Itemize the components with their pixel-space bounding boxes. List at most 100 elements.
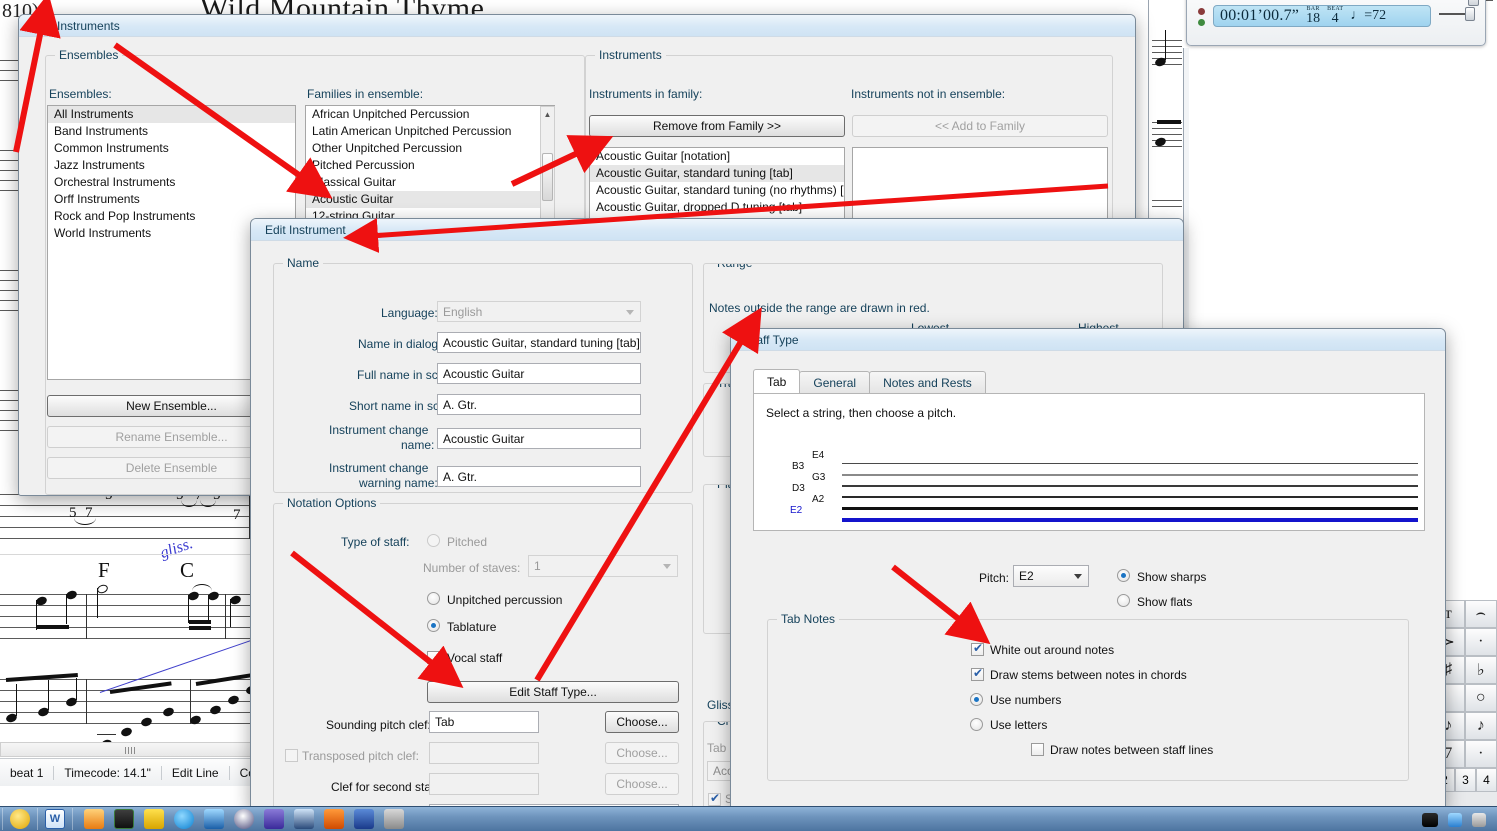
white-out-checkbox[interactable] — [971, 643, 984, 656]
taskbar-app-purple-icon[interactable] — [264, 809, 284, 829]
pitch-combo[interactable]: E2 — [1013, 565, 1089, 587]
string-line-e4[interactable] — [842, 463, 1418, 464]
edit-instruments-titlebar[interactable]: Edit Instruments — [19, 15, 1135, 37]
transport-track-thumb[interactable] — [1468, 0, 1479, 6]
draw-notes-between-checkbox[interactable] — [1031, 743, 1044, 756]
full-name-input[interactable]: Acoustic Guitar — [437, 363, 641, 384]
tab-tab[interactable]: Tab — [753, 369, 800, 394]
staff-type-dialog[interactable]: Staff Type Tab General Notes and Rests S… — [730, 328, 1446, 810]
list-item[interactable]: Pitched Percussion — [306, 157, 554, 174]
clef-second-staff-input — [429, 773, 539, 795]
status-bar: beat 1 Timecode: 14.1" Edit Line Con — [0, 758, 265, 786]
string-label-e2[interactable]: E2 — [790, 505, 802, 516]
type-of-staff-label: Type of staff: — [341, 535, 409, 549]
taskbar-separator — [37, 808, 38, 830]
unpitched-percussion-radio[interactable] — [427, 592, 440, 605]
short-name-input[interactable]: A. Gtr. — [437, 394, 641, 415]
edit-staff-type-button[interactable]: Edit Staff Type... — [427, 681, 679, 703]
list-item[interactable]: Acoustic Guitar, dropped D tuning [tab] — [590, 199, 844, 216]
tempo-slider-thumb[interactable] — [1465, 7, 1475, 21]
list-item[interactable]: Acoustic Guitar, standard tuning (no rhy… — [590, 182, 844, 199]
horizontal-scrollbar[interactable] — [0, 742, 262, 757]
list-item[interactable]: Jazz Instruments — [48, 157, 295, 174]
volume-icon[interactable] — [1472, 813, 1486, 827]
draw-stems-checkbox[interactable] — [971, 668, 984, 681]
taskbar-app-smiley-icon[interactable] — [10, 809, 30, 829]
use-letters-radio[interactable] — [970, 718, 983, 731]
keypad-cell-fermata-icon[interactable]: ⌢ — [1465, 600, 1497, 628]
list-item[interactable]: African Unpitched Percussion — [306, 106, 554, 123]
pitched-radio[interactable] — [427, 534, 440, 547]
taskbar-app-yellow-icon[interactable] — [144, 809, 164, 829]
remove-from-family-button[interactable]: Remove from Family >> — [589, 115, 845, 137]
families-scroll-thumb[interactable] — [542, 153, 553, 201]
keypad-number-4[interactable]: 4 — [1476, 768, 1497, 792]
clef-second-choose-button: Choose... — [605, 773, 679, 795]
keypad-cell-whole-note-icon[interactable]: ○ — [1465, 684, 1497, 712]
taskbar-app-sibelius-icon[interactable] — [234, 809, 254, 829]
taskbar-app-terminal-icon[interactable] — [114, 809, 134, 829]
use-numbers-radio[interactable] — [970, 693, 983, 706]
string-label-e4[interactable]: E4 — [812, 450, 824, 461]
show-sharps-radio[interactable] — [1117, 569, 1130, 582]
vocal-staff-checkbox[interactable] — [427, 651, 440, 664]
keypad-cell-dot-icon[interactable]: · — [1465, 740, 1497, 768]
list-item[interactable]: Acoustic Guitar, standard tuning [tab] — [590, 165, 844, 182]
string-line-e2[interactable] — [842, 518, 1418, 522]
list-item[interactable]: Acoustic Guitar — [306, 191, 554, 208]
string-label-b3[interactable]: B3 — [792, 461, 804, 472]
show-flats-radio[interactable] — [1117, 594, 1130, 607]
sounding-pitch-choose-button[interactable]: Choose... — [605, 711, 679, 733]
taskbar-app-orange-icon[interactable] — [84, 809, 104, 829]
string-line-g3[interactable] — [842, 485, 1418, 487]
monitor-icon[interactable] — [1422, 813, 1438, 827]
instrument-change-name-label-line2: name: — [401, 438, 434, 452]
name-in-dialogs-input[interactable]: Acoustic Guitar, standard tuning [tab] — [437, 332, 641, 353]
list-item[interactable]: Common Instruments — [48, 140, 295, 157]
instrument-change-warning-input[interactable]: A. Gtr. — [437, 466, 641, 487]
tab-general[interactable]: General — [799, 371, 870, 394]
scroll-up-icon[interactable]: ▲ — [541, 107, 554, 121]
staff-type-titlebar[interactable]: Staff Type — [731, 329, 1445, 351]
taskbar-app-flag-icon[interactable] — [354, 809, 374, 829]
chord-symbol: C — [180, 558, 194, 583]
taskbar-app-blue-circle-icon[interactable] — [174, 809, 194, 829]
list-item[interactable]: All Instruments — [48, 106, 295, 123]
taskbar-app-camera-icon[interactable] — [294, 809, 314, 829]
transport-panel[interactable]: 00:01’00.7” BAR 18 BEAT 4 ♩=72 — [1186, 0, 1486, 46]
taskbar-clock-area[interactable] — [1417, 807, 1491, 831]
keypad-cell-staccato-icon[interactable]: · — [1465, 628, 1497, 656]
string-label-g3[interactable]: G3 — [812, 472, 825, 483]
instrument-change-name-input[interactable]: Acoustic Guitar — [437, 428, 641, 449]
ensembles-group-title: Ensembles — [55, 48, 122, 62]
list-item[interactable]: Other Unpitched Percussion — [306, 140, 554, 157]
keypad-cell-eighth-note-icon[interactable]: ♪ — [1465, 712, 1497, 740]
string-line-b3[interactable] — [842, 474, 1418, 476]
taskbar-app-orange2-icon[interactable] — [324, 809, 344, 829]
string-line-a2[interactable] — [842, 507, 1418, 510]
list-item[interactable]: Band Instruments — [48, 123, 295, 140]
taskbar-app-word-icon[interactable]: W — [45, 809, 65, 829]
tablature-radio[interactable] — [427, 619, 440, 632]
taskbar-app-grey-icon[interactable] — [384, 809, 404, 829]
list-item[interactable]: Classical Guitar — [306, 174, 554, 191]
list-item[interactable]: Orff Instruments — [48, 191, 295, 208]
string-label-d3[interactable]: D3 — [792, 483, 805, 494]
string-label-a2[interactable]: A2 — [812, 494, 824, 505]
sounding-pitch-clef-input[interactable]: Tab — [429, 711, 539, 733]
number-of-staves-combo[interactable]: 1 — [528, 555, 678, 577]
taskbar-pinned-apps — [75, 809, 409, 829]
chord-show-checkbox[interactable] — [708, 793, 721, 806]
timecode-display[interactable]: 00:01’00.7” BAR 18 BEAT 4 ♩=72 — [1213, 5, 1431, 27]
list-item[interactable]: Latin American Unpitched Percussion — [306, 123, 554, 140]
keypad-cell-flat-icon[interactable]: ♭ — [1465, 656, 1497, 684]
taskbar-app-skype-icon[interactable] — [204, 809, 224, 829]
list-item[interactable]: Acoustic Guitar [notation] — [590, 148, 844, 165]
string-line-d3[interactable] — [842, 496, 1418, 498]
list-item[interactable]: Orchestral Instruments — [48, 174, 295, 191]
edit-instrument-titlebar[interactable]: Edit Instrument — [251, 219, 1183, 241]
keypad-number-3[interactable]: 3 — [1455, 768, 1476, 792]
network-icon[interactable] — [1448, 813, 1462, 827]
windows-taskbar[interactable]: W — [0, 806, 1497, 831]
tab-notes-and-rests[interactable]: Notes and Rests — [869, 371, 986, 394]
